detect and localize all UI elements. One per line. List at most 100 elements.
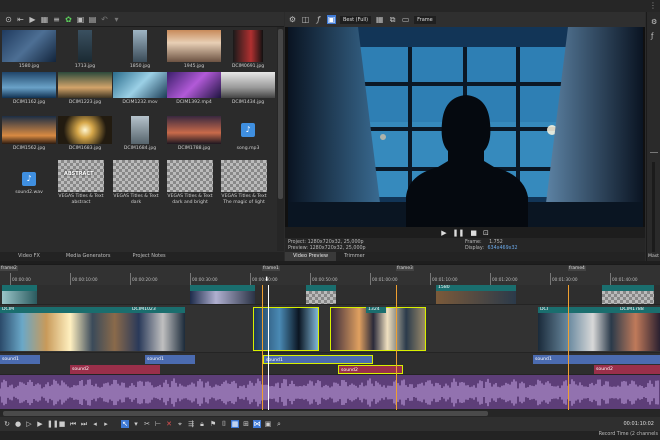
- tool-dropdown-icon[interactable]: ▾: [132, 420, 140, 428]
- fx-icon[interactable]: ƒ: [651, 32, 653, 40]
- audio-track-2[interactable]: [0, 375, 660, 410]
- tab-video-preview[interactable]: Video Preview: [285, 252, 337, 261]
- audio-clip[interactable]: sound1: [0, 355, 40, 364]
- settings-icon[interactable]: ⚙: [288, 15, 297, 24]
- media-item[interactable]: 1945.jpg: [167, 30, 221, 70]
- media-item[interactable]: DCIM1788.jpg: [167, 116, 221, 152]
- play-icon[interactable]: ▶: [28, 15, 37, 24]
- pause-icon[interactable]: ❚❚: [47, 420, 59, 428]
- effects-icon[interactable]: ✿: [64, 15, 73, 24]
- media-item[interactable]: VEGAS Titles & Text dark and bright: [163, 160, 217, 206]
- start-icon[interactable]: ⇤: [16, 15, 25, 24]
- grid-icon[interactable]: ▦: [40, 15, 49, 24]
- next-frame-icon[interactable]: ▸: [102, 420, 110, 428]
- tab-media-generators[interactable]: Media Generators: [48, 252, 119, 261]
- tab-trimmer[interactable]: Trimmer: [336, 252, 373, 261]
- play-icon[interactable]: ▶: [441, 229, 446, 237]
- scroll-thumb[interactable]: [278, 29, 283, 199]
- scroll-thumb[interactable]: [3, 411, 488, 416]
- prev-frame-icon[interactable]: ◂: [91, 420, 99, 428]
- split-icon[interactable]: ✂: [143, 420, 151, 428]
- marker-label[interactable]: frame2: [0, 266, 18, 271]
- media-item[interactable]: 1850.jpg: [113, 30, 167, 70]
- search-icon[interactable]: ⌕: [275, 420, 283, 428]
- audio-clip[interactable]: sound2: [338, 365, 403, 374]
- play-from-start-icon[interactable]: ▷: [25, 420, 33, 428]
- properties-icon[interactable]: ▤: [88, 15, 97, 24]
- timeline-clip[interactable]: [602, 285, 654, 304]
- media-item[interactable]: DCIM1684.jpg: [113, 116, 167, 152]
- media-item[interactable]: DCIM1683.jpg: [58, 116, 112, 152]
- fx-icon[interactable]: ƒ: [314, 15, 323, 24]
- loop-icon[interactable]: ↻: [3, 420, 11, 428]
- media-item[interactable]: DCIM1223.jpg: [58, 72, 112, 106]
- tab-video-fx[interactable]: Video FX: [0, 252, 48, 261]
- stop-icon[interactable]: ■: [58, 420, 66, 428]
- timeline-clip[interactable]: DCI: [538, 307, 660, 351]
- pause-icon[interactable]: ❚❚: [453, 229, 465, 237]
- media-item[interactable]: VEGAS Titles & Text The magic of light: [217, 160, 271, 206]
- audio-clip[interactable]: sound2: [594, 365, 660, 374]
- lock-icon[interactable]: 🔒︎: [198, 420, 206, 428]
- timeline-clip[interactable]: [190, 285, 255, 304]
- save-icon[interactable]: ▭: [401, 15, 410, 24]
- media-item[interactable]: DCIM1434.jpg: [221, 72, 275, 106]
- media-item[interactable]: DCIM1162.jpg: [2, 72, 56, 106]
- trim-icon[interactable]: ⊢: [154, 420, 162, 428]
- grid-icon[interactable]: ▦: [375, 15, 384, 24]
- record-icon[interactable]: ●: [14, 420, 22, 428]
- timeline-clip[interactable]: [306, 285, 336, 304]
- play-icon[interactable]: ▶: [36, 420, 44, 428]
- marker-label[interactable]: frame3: [396, 266, 414, 271]
- quality-select[interactable]: Best (Full): [340, 15, 372, 24]
- split-icon[interactable]: ◫: [301, 15, 310, 24]
- go-end-icon[interactable]: ⏭: [80, 420, 88, 428]
- overlay-icon[interactable]: ▣: [327, 15, 336, 24]
- media-scrollbar[interactable]: [277, 27, 284, 251]
- undo-icon[interactable]: ↶: [100, 15, 109, 24]
- playhead[interactable]: [268, 285, 269, 410]
- edit-tool-icon[interactable]: ↖: [121, 420, 129, 428]
- media-item[interactable]: DCIM1232.mov: [113, 72, 167, 106]
- go-start-icon[interactable]: ⏮: [69, 420, 77, 428]
- layout-icon[interactable]: ▣: [264, 420, 272, 428]
- frame-field[interactable]: Frame: [414, 15, 436, 24]
- tab-project-notes[interactable]: Project Notes: [119, 252, 174, 261]
- marker-label[interactable]: frame1: [262, 266, 280, 271]
- media-item[interactable]: ABSTRACT VEGAS Titles & Text abstract: [54, 160, 108, 206]
- media-item[interactable]: 1713.jpg: [58, 30, 112, 70]
- loop-icon[interactable]: ⊡: [483, 229, 489, 237]
- settings-icon[interactable]: ⚙: [651, 18, 657, 26]
- ripple-icon[interactable]: ⇶: [187, 420, 195, 428]
- thumbnail-icon[interactable]: ▣: [76, 15, 85, 24]
- media-item[interactable]: DCIM0691.jpg: [221, 30, 275, 70]
- marker-icon[interactable]: ⚑: [209, 420, 217, 428]
- grid-icon[interactable]: ▦: [231, 420, 239, 428]
- dropdown-icon[interactable]: ▾: [112, 15, 121, 24]
- stop-icon[interactable]: ■: [470, 229, 477, 237]
- audio-clip[interactable]: sound2: [70, 365, 160, 374]
- list-icon[interactable]: ≡: [52, 15, 61, 24]
- panel-options-icon[interactable]: ⋮: [649, 1, 657, 10]
- media-item[interactable]: DCIM1562.jpg: [2, 116, 56, 152]
- copy-icon[interactable]: ⧉: [388, 15, 397, 24]
- playhead-icon[interactable]: ⬇: [264, 276, 269, 283]
- audio-clip[interactable]: sound1: [145, 355, 195, 364]
- audio-clip[interactable]: sound1: [533, 355, 660, 364]
- media-item[interactable]: VEGAS Titles & Text dark: [109, 160, 163, 206]
- timeline-clip[interactable]: 1580: [436, 285, 516, 304]
- timeline-clip-selected[interactable]: [330, 307, 426, 351]
- group-icon[interactable]: ⊞: [242, 420, 250, 428]
- snap-icon[interactable]: ⌖: [176, 420, 184, 428]
- timeline-clip[interactable]: [2, 285, 37, 304]
- view-icon[interactable]: ⊙: [4, 15, 13, 24]
- master-fader[interactable]: [652, 162, 655, 252]
- media-item[interactable]: DCIM1392.mp4: [167, 72, 221, 106]
- auto-crossfade-icon[interactable]: ⋈: [253, 420, 261, 428]
- timeline-scrollbar[interactable]: [0, 410, 660, 417]
- media-item[interactable]: 1580.jpg: [2, 30, 56, 70]
- media-item[interactable]: ♪ sound2.wav: [2, 160, 56, 196]
- time-ruler[interactable]: 00:00:00 00:00:10:00 00:00:20:00 00:00:30:0…: [0, 264, 660, 285]
- audio-clip[interactable]: sound1: [263, 355, 373, 364]
- marker-label[interactable]: frame4: [568, 266, 586, 271]
